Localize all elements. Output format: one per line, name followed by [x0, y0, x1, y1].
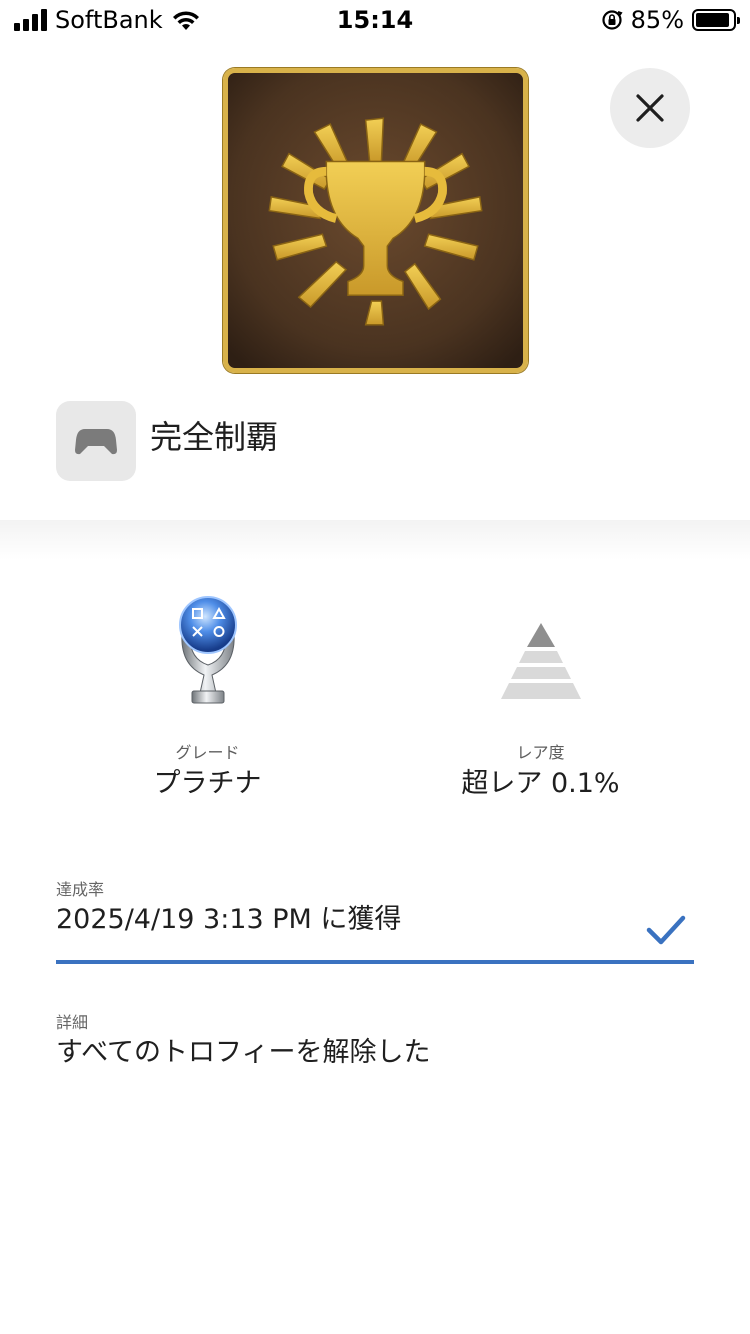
detail-field: 詳細 すべてのトロフィーを解除した — [56, 1013, 694, 1071]
rarity-section: レア度 超レア 0.1% — [353, 585, 728, 801]
earned-date: 2025/4/19 3:13 PM に獲得 — [56, 904, 402, 935]
rarity-label: レア度 — [516, 743, 565, 762]
gamepad-icon — [75, 429, 117, 455]
grade-label: グレード — [175, 743, 240, 762]
detail-label: 詳細 — [56, 1013, 89, 1032]
trophy-artwork — [223, 68, 528, 373]
status-bar: SoftBank 15:14 85% — [0, 0, 750, 40]
earned-field: 達成率 2025/4/19 3:13 PM に獲得 — [56, 880, 694, 964]
trophy-art-icon — [228, 73, 523, 368]
rarity-value: 超レア 0.1% — [461, 768, 620, 799]
grade-section: グレード プラチナ — [20, 585, 395, 801]
trophy-name: 完全制覇 — [150, 418, 279, 456]
platinum-trophy-icon — [178, 596, 237, 704]
close-button[interactable] — [610, 68, 690, 148]
rarity-pyramid-icon — [500, 623, 581, 699]
battery-icon — [692, 9, 740, 31]
status-right: 85% — [601, 6, 740, 34]
battery-percent: 85% — [630, 6, 684, 34]
close-icon — [636, 94, 664, 122]
orientation-lock-icon — [602, 10, 623, 30]
earned-label: 達成率 — [56, 880, 105, 899]
game-icon-tile[interactable] — [56, 401, 136, 481]
detail-description: すべてのトロフィーを解除した — [56, 1037, 431, 1068]
trophy-header: 完全制覇 — [0, 395, 750, 520]
checkmark-icon — [646, 915, 686, 945]
section-divider — [0, 520, 750, 560]
grade-value: プラチナ — [153, 768, 262, 799]
